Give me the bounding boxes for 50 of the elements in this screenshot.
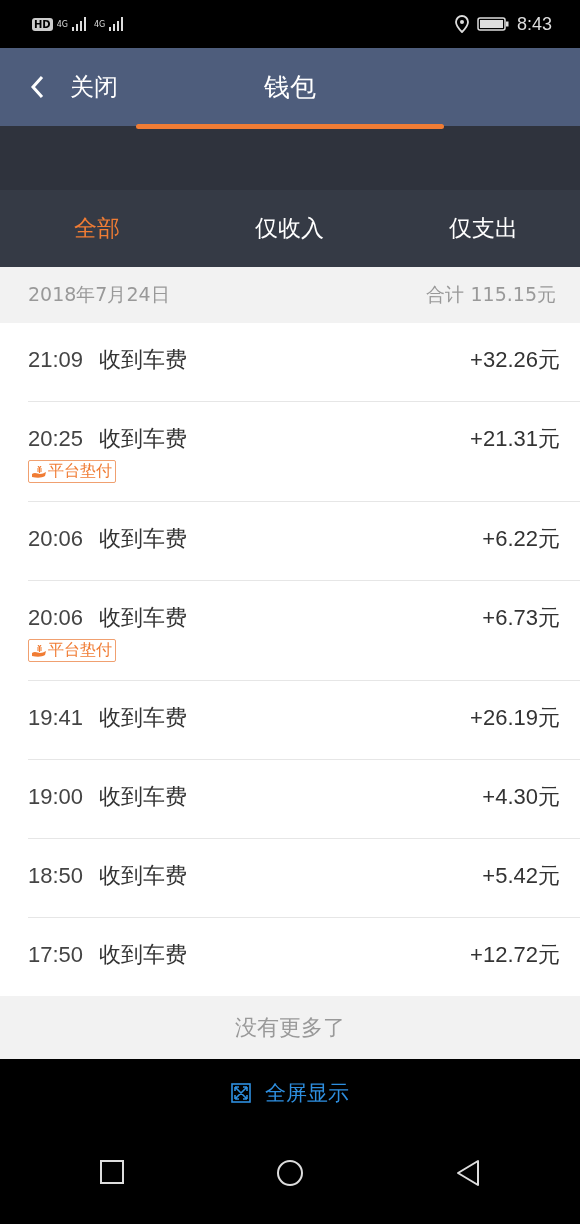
transaction-time: 20:06: [28, 526, 84, 552]
filter-tab[interactable]: 仅收入: [193, 190, 387, 267]
clock: 8:43: [516, 13, 552, 35]
battery-icon: [476, 17, 509, 31]
back-icon: [30, 75, 44, 99]
transaction-amount: +6.22元: [482, 525, 560, 553]
transaction-amount: +4.30元: [482, 783, 560, 811]
total-label: 合计 115.15元: [426, 282, 556, 307]
hand-coin-icon: [32, 644, 46, 657]
signal-icon: [71, 17, 86, 31]
filter-tab[interactable]: 仅支出: [386, 190, 580, 267]
date-label: 2018年7月24日: [28, 282, 170, 307]
transaction-time: 21:09: [28, 347, 84, 373]
transaction-title: 收到车费: [99, 425, 188, 453]
transaction-amount: +6.73元: [482, 604, 560, 632]
transaction-title: 收到车费: [99, 941, 188, 969]
end-note: 没有更多了: [0, 996, 580, 1059]
transaction-time: 17:50: [28, 942, 84, 968]
location-icon: [454, 15, 469, 33]
signal-icon: [109, 17, 124, 31]
transaction-time: 20:25: [28, 426, 84, 452]
transaction-title: 收到车费: [99, 346, 188, 374]
hd-badge: HD: [32, 17, 53, 31]
transaction-time: 19:41: [28, 705, 84, 731]
page-title: 钱包: [263, 70, 317, 104]
network-label: 4G: [56, 19, 68, 29]
transaction-time: 18:50: [28, 863, 84, 889]
transaction-title: 收到车费: [99, 783, 188, 811]
fullscreen-button[interactable]: 全屏显示: [231, 1079, 349, 1107]
transaction-amount: +5.42元: [482, 862, 560, 890]
transaction-title: 收到车费: [99, 525, 188, 553]
hand-coin-icon: [32, 465, 46, 478]
back-triangle-icon: [454, 1159, 481, 1187]
transaction-amount: +21.31元: [470, 425, 560, 453]
platform-tag: 平台垫付: [28, 639, 116, 662]
transaction-title: 收到车费: [99, 862, 188, 890]
filter-tab[interactable]: 全部: [0, 190, 194, 267]
platform-tag: 平台垫付: [28, 460, 116, 483]
circle-icon: [276, 1159, 304, 1187]
transaction-time: 19:00: [28, 784, 84, 810]
transaction-amount: +32.26元: [470, 346, 560, 374]
network-label: 4G: [93, 19, 106, 29]
expand-icon: [231, 1083, 251, 1103]
transaction-amount: +26.19元: [470, 704, 560, 732]
transaction-title: 收到车费: [99, 604, 188, 632]
transaction-amount: +12.72元: [470, 941, 560, 969]
transaction-time: 20:06: [28, 605, 84, 631]
back-button[interactable]: 关闭: [0, 71, 118, 103]
transaction-title: 收到车费: [99, 704, 188, 732]
square-icon: [99, 1159, 126, 1185]
